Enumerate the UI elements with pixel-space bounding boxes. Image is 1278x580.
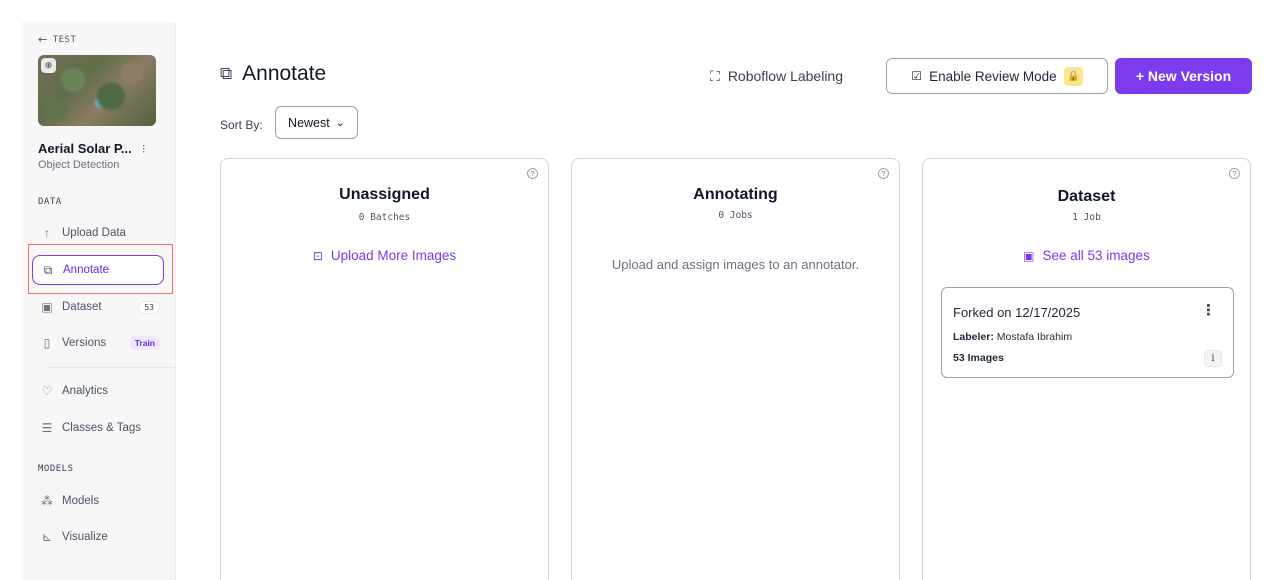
sidebar-divider [48, 367, 176, 368]
page-title-text: Annotate [242, 62, 327, 85]
job-labeler: Labeler: Mostafa Ibrahim [953, 331, 1072, 343]
image-icon: ▣ [41, 300, 53, 314]
upload-more-images-label: Upload More Images [330, 248, 457, 263]
train-badge[interactable]: Train [129, 336, 160, 350]
upload-icon: ↑ [44, 226, 50, 240]
sidebar-item-label: Versions [62, 337, 107, 349]
column-title: Annotating [693, 186, 778, 203]
annotating-column: ? Annotating 0 Jobs Upload and assign im… [571, 158, 900, 580]
see-all-images-link[interactable]: ▣ See all 53 images [923, 248, 1250, 263]
sidebar-item-label: Upload Data [62, 227, 126, 239]
upload-box-icon: ⊡ [312, 248, 323, 263]
annotating-empty-message: Upload and assign images to an annotator… [611, 257, 860, 272]
column-subtitle: 0 Jobs [718, 210, 753, 221]
column-title: Unassigned [339, 186, 430, 203]
job-title: Forked on 12/17/2025 [953, 305, 1081, 320]
job-card[interactable]: Forked on 12/17/2025 ⋮ Labeler: Mostafa … [941, 287, 1234, 378]
info-icon[interactable]: i [1204, 350, 1222, 367]
sidebar-item-label: Analytics [62, 385, 109, 397]
enable-review-mode-button[interactable]: ☑ Enable Review Mode 🔒 [886, 58, 1108, 94]
help-icon[interactable]: ? [878, 168, 889, 179]
labeling-icon: ⛶ [710, 67, 720, 84]
sidebar-item-versions[interactable]: ▯ Versions Train [32, 328, 164, 358]
arrow-left-icon: ← [38, 33, 48, 46]
versions-icon: ▯ [43, 336, 51, 350]
image-icon: ▣ [1023, 248, 1035, 263]
section-label-data: DATA [38, 197, 62, 207]
project-name[interactable]: Aerial Solar P... ⁝ [38, 141, 146, 156]
globe-icon: ⊕ [41, 58, 56, 73]
upload-more-images-link[interactable]: ⊡ Upload More Images [221, 248, 548, 263]
sort-by-label: Sort By: [220, 118, 263, 132]
labeler-value: Mostafa Ibrahim [996, 331, 1073, 343]
chevron-down-icon: ⌄ [335, 117, 345, 129]
chart-icon: ⊾ [41, 530, 53, 544]
sidebar-item-label: Classes & Tags [62, 422, 142, 434]
sidebar-item-analytics[interactable]: ♡ Analytics [32, 376, 164, 406]
back-link[interactable]: ← TEST [38, 33, 76, 46]
sidebar-item-dataset[interactable]: ▣ Dataset 53 [32, 292, 164, 322]
analytics-icon: ♡ [41, 384, 53, 398]
dataset-count-badge: 53 [138, 300, 160, 314]
unassigned-column: ? Unassigned 0 Batches ⊡ Upload More Ima… [220, 158, 549, 580]
list-icon: ☰ [41, 421, 53, 435]
app: ← TEST ⊕ Aerial Solar P... ⁝ Object Dete… [0, 0, 1278, 580]
models-icon: ⁂ [41, 494, 53, 508]
column-subtitle: 0 Batches [358, 212, 411, 223]
sidebar-item-label: Models [62, 495, 100, 507]
page-title: ⧉ Annotate [220, 62, 326, 86]
help-icon[interactable]: ? [527, 168, 538, 179]
project-thumbnail[interactable]: ⊕ [38, 55, 156, 126]
roboflow-labeling-button[interactable]: ⛶ Roboflow Labeling [710, 64, 843, 88]
column-subtitle: 1 Job [1072, 212, 1101, 223]
lock-icon: 🔒 [1063, 66, 1083, 86]
new-version-button[interactable]: + New Version [1115, 58, 1252, 94]
column-title: Dataset [1057, 188, 1116, 205]
sidebar: ← TEST ⊕ Aerial Solar P... ⁝ Object Dete… [22, 22, 176, 580]
roboflow-labeling-label: Roboflow Labeling [727, 68, 844, 84]
help-icon[interactable]: ? [1229, 168, 1240, 179]
annotate-highlight-box [28, 244, 173, 294]
annotate-icon: ⧉ [220, 64, 233, 83]
project-type: Object Detection [38, 159, 120, 171]
sort-by-value: Newest [288, 115, 330, 130]
job-image-count: 53 Images [953, 352, 1004, 364]
new-version-label: + New Version [1135, 68, 1232, 84]
review-mode-label: Enable Review Mode [929, 68, 1057, 84]
sidebar-item-label: Visualize [62, 531, 108, 543]
labeler-key: Labeler: [953, 331, 994, 343]
sidebar-item-label: Dataset [62, 301, 102, 313]
sidebar-item-visualize[interactable]: ⊾ Visualize [32, 522, 164, 552]
sort-by-select[interactable]: Newest ⌄ [275, 106, 358, 139]
dataset-column: ? Dataset 1 Job ▣ See all 53 images Fork… [922, 158, 1251, 580]
clipboard-check-icon: ☑ [911, 69, 923, 83]
section-label-models: MODELS [38, 464, 74, 474]
project-menu-icon[interactable]: ⁝ [142, 142, 146, 156]
back-link-label: TEST [52, 34, 77, 45]
more-vertical-icon[interactable]: ⋮ [1201, 301, 1216, 319]
project-name-text: Aerial Solar P... [38, 141, 132, 156]
see-all-images-label: See all 53 images [1042, 248, 1150, 263]
sidebar-item-classes-tags[interactable]: ☰ Classes & Tags [32, 413, 164, 443]
sidebar-item-models[interactable]: ⁂ Models [32, 486, 164, 516]
